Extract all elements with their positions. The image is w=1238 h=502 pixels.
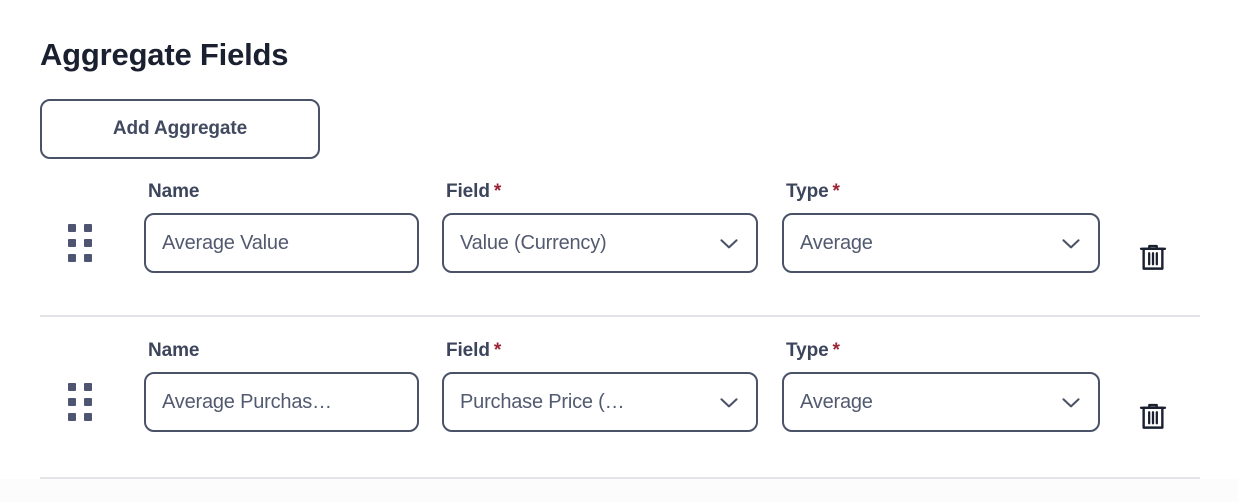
required-marker: *	[493, 181, 502, 202]
page-bottom-strip	[0, 479, 1238, 502]
drag-dot	[68, 398, 76, 406]
name-label: Name	[148, 181, 200, 202]
field-select[interactable]: Purchase Price (…	[442, 372, 758, 432]
aggregate-fields-page: Aggregate Fields Add Aggregate Name Fiel…	[0, 0, 1238, 502]
delete-aggregate-button[interactable]	[1133, 396, 1173, 436]
required-marker: *	[493, 340, 502, 361]
drag-dot	[84, 398, 92, 406]
add-aggregate-button[interactable]: Add Aggregate	[40, 99, 320, 159]
delete-aggregate-button[interactable]	[1133, 237, 1173, 277]
field-select-group: Field * Value (Currency)	[442, 180, 758, 273]
type-select-wrap: Average	[782, 372, 1100, 432]
trash-icon	[1139, 403, 1167, 429]
aggregate-row: Name Field* Purchase Price (… Type* Aver…	[0, 339, 1238, 499]
name-input[interactable]	[144, 372, 419, 432]
field-select-value: Value (Currency)	[460, 231, 607, 254]
drag-dot	[84, 413, 92, 421]
name-field-group: Name	[144, 180, 419, 273]
drag-dot	[68, 254, 76, 262]
drag-handle-icon[interactable]	[68, 383, 94, 421]
drag-dot	[68, 413, 76, 421]
field-label-text: Field	[446, 181, 490, 202]
type-select-wrap: Average	[782, 213, 1100, 273]
field-select-group: Field * Purchase Price (…	[442, 339, 758, 432]
type-select-value: Average	[800, 231, 873, 254]
field-label: Field *	[446, 339, 758, 363]
row-divider	[40, 315, 1200, 317]
drag-dot	[68, 224, 76, 232]
name-label: Name	[148, 340, 200, 361]
drag-dot	[68, 239, 76, 247]
page-title: Aggregate Fields	[40, 36, 289, 72]
drag-handle-icon[interactable]	[68, 224, 94, 262]
drag-dot	[68, 383, 76, 391]
type-label-text: Type	[786, 340, 829, 361]
drag-dot	[84, 383, 92, 391]
type-select[interactable]: Average	[782, 372, 1100, 432]
required-marker: *	[832, 181, 840, 202]
field-select-wrap: Purchase Price (…	[442, 372, 758, 432]
type-label-text: Type	[786, 181, 829, 202]
field-select-wrap: Value (Currency)	[442, 213, 758, 273]
field-label-text: Field	[446, 340, 490, 361]
type-label: Type *	[786, 180, 1100, 204]
field-select-value: Purchase Price (…	[460, 390, 625, 413]
trash-icon	[1139, 244, 1167, 270]
type-select-value: Average	[800, 390, 873, 413]
type-select-group: Type * Average	[782, 339, 1100, 432]
name-input[interactable]	[144, 213, 419, 273]
drag-dot	[84, 224, 92, 232]
field-select[interactable]: Value (Currency)	[442, 213, 758, 273]
type-select-group: Type * Average	[782, 180, 1100, 273]
drag-dot	[84, 254, 92, 262]
drag-dot	[84, 239, 92, 247]
field-label: Field *	[446, 180, 758, 204]
type-label: Type *	[786, 339, 1100, 363]
type-select[interactable]: Average	[782, 213, 1100, 273]
name-field-group: Name	[144, 339, 419, 432]
required-marker: *	[832, 340, 840, 361]
